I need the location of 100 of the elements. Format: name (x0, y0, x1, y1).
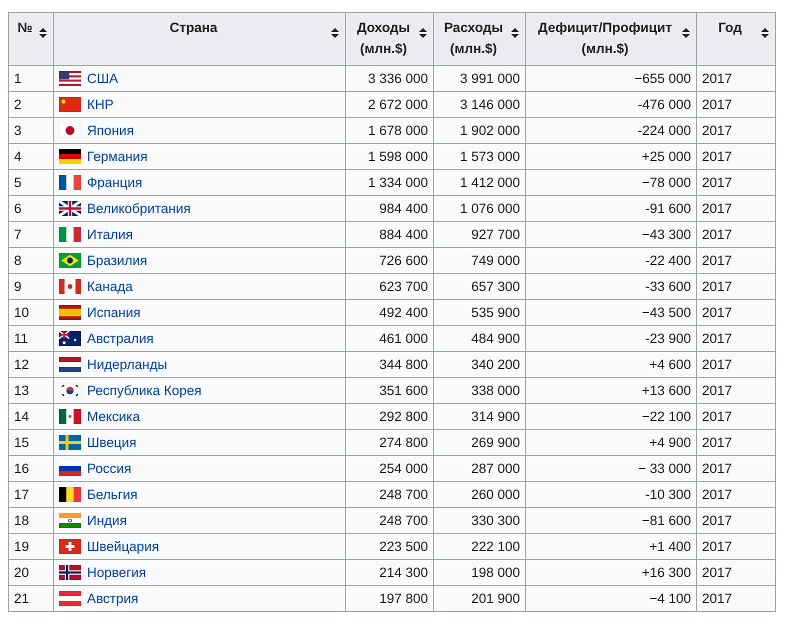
flag-icon (59, 513, 81, 528)
country-link[interactable]: Япония (87, 122, 134, 140)
table-cell: 1 (14, 70, 22, 86)
country-link[interactable]: Италия (87, 226, 133, 244)
table-cell: 274 800 (379, 434, 428, 450)
flag-icon (59, 487, 81, 502)
table-cell: 1 598 000 (368, 148, 428, 164)
sort-icon[interactable] (511, 28, 519, 38)
sort-icon[interactable] (331, 28, 339, 38)
column-header: Доходы (млн.$) (356, 19, 412, 58)
country-link[interactable]: Франция (87, 174, 142, 192)
table-cell: 884 400 (379, 226, 428, 242)
table-cell: −81 600 (642, 512, 691, 528)
flag-icon (59, 331, 81, 346)
table-cell: -23 900 (645, 330, 691, 346)
table-cell: 198 000 (471, 564, 520, 580)
table-cell: 15 (14, 434, 30, 450)
table-cell: -10 300 (645, 486, 691, 502)
table-cell: +16 300 (642, 564, 691, 580)
table-cell: −655 000 (634, 70, 691, 86)
table-cell: 344 800 (379, 356, 428, 372)
country-link[interactable]: Нидерланды (87, 356, 168, 374)
table-cell: 248 700 (379, 486, 428, 502)
table-cell: 330 300 (471, 512, 520, 528)
country-link[interactable]: КНР (87, 96, 114, 114)
table-cell: 3 146 000 (460, 96, 520, 112)
table-cell: 18 (14, 512, 30, 528)
table-cell: 7 (14, 226, 22, 242)
table-cell: 223 500 (379, 538, 428, 554)
table-cell: 269 900 (471, 434, 520, 450)
table-cell: 3 991 000 (460, 70, 520, 86)
table-cell: 351 600 (379, 382, 428, 398)
table-cell: 340 200 (471, 356, 520, 372)
table-cell: -22 400 (645, 252, 691, 268)
flag-icon (59, 97, 81, 112)
table-cell: 13 (14, 382, 30, 398)
table-cell: 222 100 (471, 538, 520, 554)
table-cell: 2017 (702, 304, 732, 320)
country-link[interactable]: Бразилия (87, 252, 148, 270)
table-cell: -224 000 (638, 122, 691, 138)
flag-icon (59, 383, 81, 398)
table-cell: 292 800 (379, 408, 428, 424)
table-cell: 927 700 (471, 226, 520, 242)
country-link[interactable]: Швеция (87, 434, 136, 452)
country-link[interactable]: Германия (87, 148, 148, 166)
table-cell: 2 672 000 (368, 96, 428, 112)
table-cell: 17 (14, 486, 30, 502)
table-cell: 201 900 (471, 590, 520, 606)
table-cell: 2017 (702, 538, 732, 554)
table-cell: 2017 (702, 148, 732, 164)
country-link[interactable]: Австралия (87, 330, 154, 348)
country-link[interactable]: Россия (87, 460, 132, 478)
table-cell: 2017 (702, 590, 732, 606)
sort-icon[interactable] (682, 28, 690, 38)
table-cell: 338 000 (471, 382, 520, 398)
table-cell: 2017 (702, 278, 732, 294)
table-cell: 1 678 000 (368, 122, 428, 138)
table-cell: 2017 (702, 174, 732, 190)
table-cell: 623 700 (379, 278, 428, 294)
flag-icon (59, 565, 81, 580)
table-cell: 5 (14, 174, 22, 190)
country-link[interactable]: Испания (87, 304, 141, 322)
table-cell: +4 900 (649, 434, 691, 450)
column-header: Расходы (млн.$) (442, 19, 504, 58)
sort-icon[interactable] (39, 28, 47, 38)
table-cell: 1 573 000 (460, 148, 520, 164)
table-cell: 2 (14, 96, 22, 112)
country-link[interactable]: Австрия (87, 590, 138, 608)
table-cell: 1 902 000 (460, 122, 520, 138)
table-cell: 2017 (702, 356, 732, 372)
column-header: Год (717, 19, 743, 37)
flag-icon (59, 409, 81, 424)
flag-icon (59, 461, 81, 476)
table-cell: 254 000 (379, 460, 428, 476)
table-cell: 11 (14, 330, 28, 346)
table-cell: 2017 (702, 96, 732, 112)
country-link[interactable]: Швейцария (87, 538, 160, 556)
table-cell: 8 (14, 252, 22, 268)
table-cell: 484 900 (471, 330, 520, 346)
flag-icon (59, 123, 81, 138)
country-link[interactable]: Мексика (87, 408, 140, 426)
column-header: Страна (168, 19, 218, 37)
table-cell: 2017 (702, 70, 732, 86)
table-cell: −4 100 (649, 590, 691, 606)
sort-icon[interactable] (761, 28, 769, 38)
country-link[interactable]: Индия (87, 512, 127, 530)
flag-icon (59, 279, 81, 294)
country-link[interactable]: США (87, 70, 118, 88)
table-cell: 2017 (702, 408, 732, 424)
country-link[interactable]: Бельгия (87, 486, 138, 504)
table-cell: 16 (14, 460, 30, 476)
country-link[interactable]: Норвегия (87, 564, 146, 582)
sort-icon[interactable] (419, 28, 427, 38)
table-cell: +4 600 (649, 356, 691, 372)
table-cell: 3 (14, 122, 22, 138)
country-link[interactable]: Канада (87, 278, 133, 296)
table-cell: -33 600 (645, 278, 691, 294)
table-cell: 461 000 (379, 330, 428, 346)
table-cell: 21 (14, 590, 30, 606)
table-cell: 2017 (702, 226, 732, 242)
